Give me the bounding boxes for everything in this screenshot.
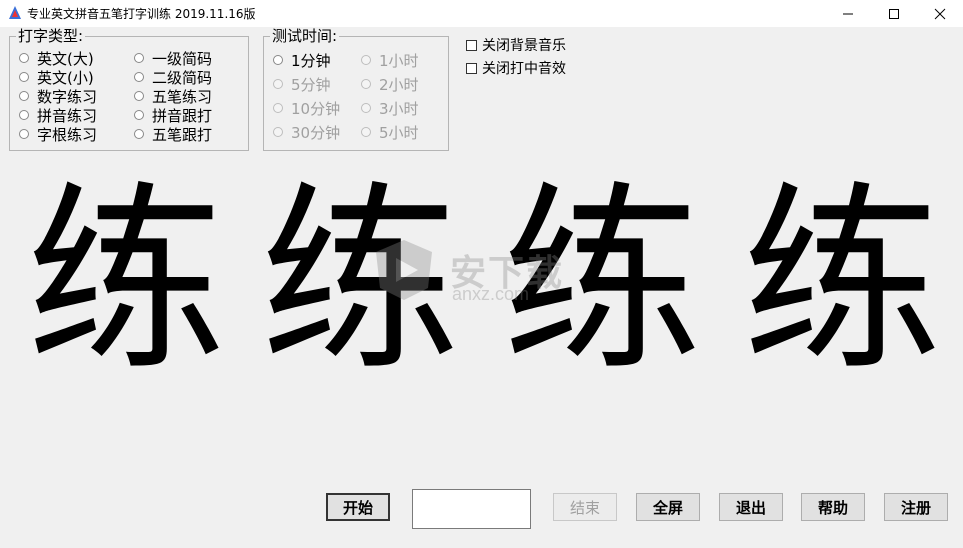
minimize-icon xyxy=(843,13,853,14)
checkbox-label: 关闭背景音乐 xyxy=(482,38,566,54)
radio-label: 1分钟 xyxy=(291,51,331,70)
practice-char: 练 xyxy=(25,165,226,398)
radio-icon xyxy=(273,103,283,113)
radio-label: 拼音跟打 xyxy=(152,106,213,125)
radio-time-1min[interactable]: 1分钟 xyxy=(273,51,331,70)
radio-label: 五笔跟打 xyxy=(152,125,213,144)
radio-label: 3小时 xyxy=(379,99,419,118)
radio-time-1hour[interactable]: 1小时 xyxy=(361,51,419,70)
radio-number-practice[interactable]: 数字练习 xyxy=(19,87,98,106)
title-bar: 专业英文拼音五笔打字训练 2019.11.16版 xyxy=(0,0,963,27)
minimize-button[interactable] xyxy=(825,0,871,27)
radio-label: 字根练习 xyxy=(37,125,98,144)
radio-label: 英文(大) xyxy=(37,49,94,68)
radio-pinyin-follow[interactable]: 拼音跟打 xyxy=(134,106,213,125)
help-button[interactable]: 帮助 xyxy=(801,493,865,521)
shield-play-icon xyxy=(376,240,432,300)
radio-icon xyxy=(134,129,144,139)
radio-icon xyxy=(273,55,283,65)
radio-label: 一级简码 xyxy=(152,49,213,68)
radio-icon xyxy=(134,91,144,101)
radio-icon xyxy=(19,129,29,139)
radio-icon xyxy=(361,103,371,113)
radio-icon xyxy=(19,53,29,63)
window-title: 专业英文拼音五笔打字训练 2019.11.16版 xyxy=(27,7,256,21)
radio-icon xyxy=(134,110,144,120)
watermark-subtext: anxz.com xyxy=(452,284,530,304)
start-button[interactable]: 开始 xyxy=(326,493,390,521)
radio-time-5hour[interactable]: 5小时 xyxy=(361,123,419,142)
radio-label: 数字练习 xyxy=(37,87,98,106)
radio-icon xyxy=(134,53,144,63)
test-time-legend: 测试时间: xyxy=(272,27,338,45)
radio-radical-practice[interactable]: 字根练习 xyxy=(19,125,98,144)
end-button[interactable]: 结束 xyxy=(553,493,617,521)
maximize-button[interactable] xyxy=(871,0,917,27)
radio-time-30min[interactable]: 30分钟 xyxy=(273,123,341,142)
radio-english-lower[interactable]: 英文(小) xyxy=(19,68,94,87)
radio-icon xyxy=(19,91,29,101)
maximize-icon xyxy=(889,8,899,19)
radio-label: 五笔练习 xyxy=(152,87,213,106)
radio-time-3hour[interactable]: 3小时 xyxy=(361,99,419,118)
radio-label: 5小时 xyxy=(379,123,419,142)
radio-label: 拼音练习 xyxy=(37,106,98,125)
radio-icon xyxy=(361,55,371,65)
register-button[interactable]: 注册 xyxy=(884,493,948,521)
close-button[interactable] xyxy=(917,0,963,27)
radio-level1-code[interactable]: 一级简码 xyxy=(134,49,213,68)
checkbox-disable-hit-sound[interactable]: 关闭打中音效 xyxy=(466,58,566,78)
app-icon xyxy=(9,6,21,19)
radio-label: 二级简码 xyxy=(152,68,213,87)
radio-label: 1小时 xyxy=(379,51,419,70)
radio-label: 10分钟 xyxy=(291,99,341,118)
watermark: 安下载 anxz.com xyxy=(372,238,602,308)
checkbox-label: 关闭打中音效 xyxy=(482,61,566,77)
radio-time-5min[interactable]: 5分钟 xyxy=(273,75,331,94)
typing-input[interactable] xyxy=(412,489,531,529)
radio-time-10min[interactable]: 10分钟 xyxy=(273,99,341,118)
radio-icon xyxy=(273,127,283,137)
radio-icon xyxy=(361,127,371,137)
radio-label: 5分钟 xyxy=(291,75,331,94)
practice-char: 练 xyxy=(741,165,942,398)
radio-pinyin-practice[interactable]: 拼音练习 xyxy=(19,106,98,125)
radio-time-2hour[interactable]: 2小时 xyxy=(361,75,419,94)
typing-type-legend: 打字类型: xyxy=(18,27,84,45)
exit-button[interactable]: 退出 xyxy=(719,493,783,521)
radio-icon xyxy=(19,110,29,120)
radio-english-upper[interactable]: 英文(大) xyxy=(19,49,94,68)
checkbox-icon xyxy=(466,62,477,74)
radio-label: 英文(小) xyxy=(37,68,94,87)
radio-icon xyxy=(134,72,144,82)
radio-label: 2小时 xyxy=(379,75,419,94)
radio-wubi-follow[interactable]: 五笔跟打 xyxy=(134,125,213,144)
radio-icon xyxy=(361,79,371,89)
radio-level2-code[interactable]: 二级简码 xyxy=(134,68,213,87)
radio-label: 30分钟 xyxy=(291,123,341,142)
radio-icon xyxy=(273,79,283,89)
radio-icon xyxy=(19,72,29,82)
fullscreen-button[interactable]: 全屏 xyxy=(636,493,700,521)
checkbox-icon xyxy=(466,39,477,51)
radio-wubi-practice[interactable]: 五笔练习 xyxy=(134,87,213,106)
close-icon xyxy=(934,8,946,19)
checkbox-disable-bg-music[interactable]: 关闭背景音乐 xyxy=(466,35,566,55)
